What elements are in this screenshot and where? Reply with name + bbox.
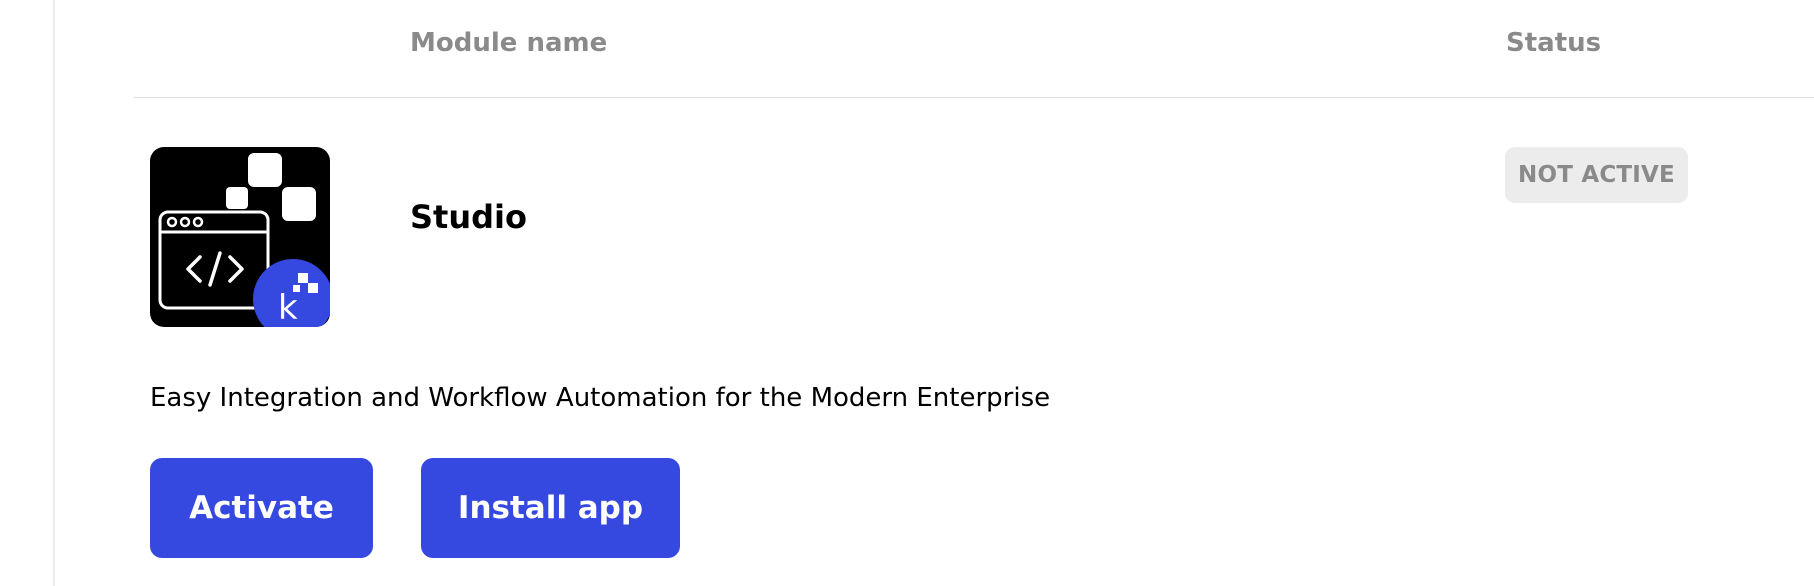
install-app-button[interactable]: Install app <box>421 458 680 558</box>
column-header-status: Status <box>1506 28 1602 58</box>
status-badge: NOT ACTIVE <box>1505 147 1688 203</box>
column-header-module-name: Module name <box>410 28 608 58</box>
activate-button[interactable]: Activate <box>150 458 373 558</box>
svg-text:k: k <box>278 288 298 327</box>
left-divider <box>53 0 55 586</box>
module-name: Studio <box>410 198 527 236</box>
module-description: Easy Integration and Workflow Automation… <box>150 383 1051 413</box>
studio-logo-icon: k <box>150 147 330 327</box>
table-header: Module name Status <box>134 0 1814 98</box>
